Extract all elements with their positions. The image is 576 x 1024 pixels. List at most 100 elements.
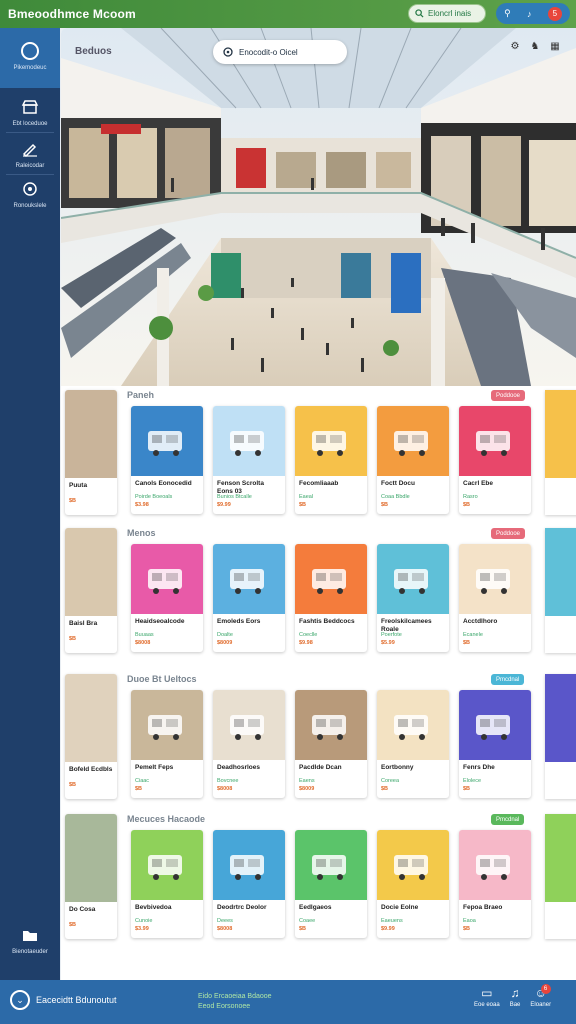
sidebar-item-bottom[interactable]: Bienotaeuder bbox=[0, 924, 60, 958]
product-name: Eortbonny bbox=[381, 764, 414, 771]
sidebar-item-home[interactable]: Pikemodeuc bbox=[0, 28, 60, 88]
product-card[interactable]: Fenson Scrolta Eons 03 Bunios Btcalle $9.9… bbox=[213, 406, 285, 514]
product-thumbnail bbox=[545, 528, 576, 616]
section-tag[interactable]: Pmcdnal bbox=[491, 814, 525, 825]
bottom-item-alerts[interactable]: ♫ Bae bbox=[510, 986, 521, 1008]
top-search-pill[interactable]: Eloncrl inais bbox=[408, 4, 486, 23]
product-name: Do Cosa bbox=[69, 906, 96, 913]
pet-icon[interactable]: ♞ bbox=[529, 40, 541, 52]
product-card[interactable]: Deodrtrc Deolor Deees $8008 bbox=[213, 830, 285, 938]
product-thumbnail bbox=[295, 544, 367, 614]
product-section: Mecuces Hacaode Pmcdnal Do Cosa $B Bevbivedo… bbox=[61, 814, 576, 944]
product-card[interactable]: Docie Eolne Eaeuens $9.99 bbox=[377, 830, 449, 938]
bottom-item-label: Eoe eoaa bbox=[474, 1002, 500, 1008]
product-card[interactable]: Eortbonny Coreea $B bbox=[377, 690, 449, 798]
product-thumbnail bbox=[295, 406, 367, 476]
product-card-partial[interactable] bbox=[545, 390, 576, 515]
section-tag[interactable]: Poddooe bbox=[491, 390, 526, 401]
product-price: $8008 bbox=[217, 926, 233, 932]
notification-badge[interactable]: 5 bbox=[547, 6, 562, 21]
product-thumbnail bbox=[295, 690, 367, 760]
settings-icon[interactable]: ⚙ bbox=[509, 40, 521, 52]
product-card[interactable]: Puuta $B bbox=[65, 390, 117, 515]
product-price: $B bbox=[463, 640, 471, 646]
product-price: $B bbox=[69, 498, 77, 504]
product-card[interactable]: Heaidseoalcode Buuaas $8008 bbox=[131, 544, 203, 652]
sidebar-item-settings[interactable]: Ronoukslele bbox=[0, 178, 60, 212]
product-card[interactable]: Bofeld Ecdbls $B bbox=[65, 674, 117, 799]
section-tag[interactable]: Poddooe bbox=[491, 528, 526, 539]
product-price: $B bbox=[463, 786, 471, 792]
product-card[interactable]: Fepoa Braeo Eaoa $B bbox=[459, 830, 531, 938]
product-card[interactable]: Pacdlde Dcan Eaens $8009 bbox=[295, 690, 367, 798]
product-price: $B bbox=[69, 922, 77, 928]
product-card-partial[interactable] bbox=[545, 814, 576, 939]
product-card[interactable]: Fashtis Beddcocs Coeclle $9.98 bbox=[295, 544, 367, 652]
bottom-item-inbox[interactable]: ▭ Eoe eoaa bbox=[474, 986, 500, 1008]
product-price: $B bbox=[463, 926, 471, 932]
product-thumbnail bbox=[131, 690, 203, 760]
product-name: Baisl Bra bbox=[69, 620, 98, 627]
product-name: Deadhosrloes bbox=[217, 764, 260, 771]
grid-icon[interactable]: ▦ bbox=[549, 40, 561, 52]
product-thumbnail bbox=[213, 544, 285, 614]
product-thumbnail bbox=[459, 690, 531, 760]
bottom-title: Eacecidtt Bdunoutut bbox=[36, 995, 117, 1005]
app-title: Bmeoodhmce Mcoom bbox=[8, 7, 136, 21]
product-name: Puuta bbox=[69, 482, 88, 489]
mall-illustration bbox=[61, 28, 576, 386]
product-price: $5.99 bbox=[381, 640, 395, 646]
bottom-bar: ⌄ Eacecidtt Bdunoutut Eido Ercaoeiaa Bda… bbox=[0, 980, 576, 1024]
sidebar-item-edit[interactable]: Raleicodar bbox=[0, 138, 60, 172]
product-name: Docie Eolne bbox=[381, 904, 419, 911]
product-card[interactable]: Fenrs Dhe Elolece $B bbox=[459, 690, 531, 798]
product-thumbnail bbox=[65, 528, 117, 616]
sidebar-bottom-label: Bienotaeuder bbox=[12, 949, 48, 955]
product-thumbnail bbox=[545, 674, 576, 762]
product-card[interactable]: Fecomliaaab Eaeal $B bbox=[295, 406, 367, 514]
product-thumbnail bbox=[545, 390, 576, 478]
product-card[interactable]: Acctdlhoro Ecanele $B bbox=[459, 544, 531, 652]
product-card[interactable]: Deadhosrloes Bovcnee $8008 bbox=[213, 690, 285, 798]
location-icon[interactable]: ⚲ bbox=[504, 8, 511, 19]
bottom-home[interactable]: ⌄ Eacecidtt Bdunoutut bbox=[10, 990, 117, 1010]
product-price: $B bbox=[135, 786, 143, 792]
bell-icon[interactable]: ♪ bbox=[527, 9, 532, 19]
product-card[interactable]: Emoleds Eors Doalte $8009 bbox=[213, 544, 285, 652]
product-price: $8009 bbox=[217, 640, 233, 646]
product-name: Fenson Scrolta Eons 03 bbox=[217, 480, 264, 494]
product-card[interactable]: Do Cosa $B bbox=[65, 814, 117, 939]
hero-search-bar[interactable]: Enocodit-o Oicel bbox=[213, 40, 347, 64]
product-name: Fashtis Beddcocs bbox=[299, 618, 355, 625]
product-card[interactable]: Canols Eonocedid Poirde Boeoals $3.98 bbox=[131, 406, 203, 514]
product-price: $B bbox=[381, 786, 389, 792]
sidebar-item-shop[interactable]: Ebt loceduoe bbox=[0, 96, 60, 130]
product-card-partial[interactable] bbox=[545, 528, 576, 653]
search-icon bbox=[415, 9, 424, 18]
product-price: $3.98 bbox=[135, 502, 149, 508]
product-card-partial[interactable] bbox=[545, 674, 576, 799]
product-thumbnail bbox=[131, 830, 203, 900]
product-card[interactable]: Freolskilcamees Roale Poerfote $5.99 bbox=[377, 544, 449, 652]
product-price: $B bbox=[299, 502, 307, 508]
bottom-status-line: Eido Ercaoeiaa Bdaooe bbox=[198, 993, 272, 1000]
store-icon bbox=[19, 96, 41, 118]
product-thumbnail bbox=[213, 830, 285, 900]
product-card[interactable]: Cacrl Ebe Rasro $B bbox=[459, 406, 531, 514]
product-card[interactable]: Bevbivedoa Cunoie $3.99 bbox=[131, 830, 203, 938]
sidebar-divider bbox=[6, 174, 54, 175]
product-card[interactable]: Eedlgaeos Coaee $B bbox=[295, 830, 367, 938]
product-thumbnail bbox=[459, 830, 531, 900]
top-bar: Bmeoodhmce Mcoom Eloncrl inais ⚲ ♪ 5 bbox=[0, 0, 576, 28]
bottom-item-profile[interactable]: ☺ 6 Eloaner bbox=[530, 984, 551, 1008]
product-thumbnail bbox=[377, 830, 449, 900]
product-card[interactable]: Baisl Bra $B bbox=[65, 528, 117, 653]
product-card[interactable]: Foctt Docu Coaa Bbdle $B bbox=[377, 406, 449, 514]
product-card[interactable]: Pemelt Feps Ciaac $B bbox=[131, 690, 203, 798]
product-name: Eedlgaeos bbox=[299, 904, 332, 911]
product-thumbnail bbox=[295, 830, 367, 900]
product-name: Emoleds Eors bbox=[217, 618, 261, 625]
product-thumbnail bbox=[65, 674, 117, 762]
section-tag[interactable]: Pmcdnal bbox=[491, 674, 525, 685]
hero-label: Beduos bbox=[75, 46, 112, 57]
